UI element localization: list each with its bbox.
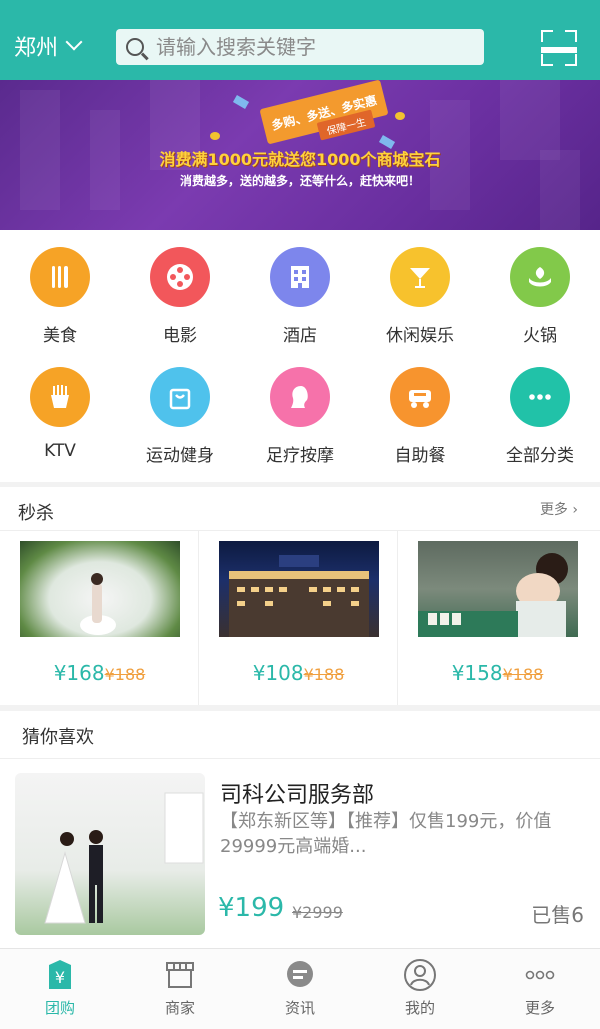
category-label: KTV xyxy=(44,441,76,461)
search-box[interactable] xyxy=(116,29,484,65)
hotel-photo-image xyxy=(219,541,379,637)
seckill-item[interactable]: ¥158¥188 xyxy=(398,531,597,705)
fries-icon xyxy=(30,367,90,427)
search-input[interactable] xyxy=(156,35,476,59)
category-label: 自助餐 xyxy=(394,446,446,466)
coin-shape xyxy=(210,132,220,140)
scan-icon[interactable] xyxy=(541,30,577,66)
chat-bubble-icon xyxy=(283,958,317,992)
guess-item[interactable]: 司科公司服务部 【郑东新区等】【推荐】仅售199元，价值29999元高端婚...… xyxy=(0,759,600,948)
city-label: 郑州 xyxy=(14,36,59,61)
seckill-item[interactable]: ¥108¥188 xyxy=(199,531,398,705)
tab-label: 资讯 xyxy=(284,999,315,1017)
seckill-title: 秒杀 xyxy=(18,503,54,524)
tab-group-buy[interactable]: ¥ 团购 xyxy=(0,949,120,1029)
fork-knife-icon xyxy=(30,247,90,307)
category-buffet[interactable]: 自助餐 xyxy=(360,367,480,466)
tab-label: 我的 xyxy=(404,999,435,1017)
tab-label: 商家 xyxy=(164,999,195,1017)
promo-headline: 消费满1000元就送您1000个商城宝石 xyxy=(159,150,441,169)
woman-profile-icon xyxy=(270,367,330,427)
category-food[interactable]: 美食 xyxy=(0,247,120,346)
category-massage[interactable]: 足疗按摩 xyxy=(240,367,360,466)
seckill-price: ¥168¥188 xyxy=(53,661,146,685)
tab-label: 团购 xyxy=(44,999,75,1017)
top-bar: 郑州 xyxy=(0,0,600,80)
guess-title: 猜你喜欢 xyxy=(22,727,94,748)
seckill-more-link[interactable]: 更多 › xyxy=(540,499,578,519)
city-selector[interactable]: 郑州 xyxy=(14,30,83,62)
category-label: 美食 xyxy=(43,326,77,346)
svg-text:¥: ¥ xyxy=(55,968,65,987)
tab-merchants[interactable]: 商家 xyxy=(120,949,240,1029)
category-label: 全部分类 xyxy=(506,446,574,466)
wedding-photo-image xyxy=(20,541,180,637)
category-label: 酒店 xyxy=(283,326,317,346)
film-reel-icon xyxy=(150,247,210,307)
category-label: 运动健身 xyxy=(146,446,214,466)
building-icon xyxy=(270,247,330,307)
more-dots-icon xyxy=(523,958,557,992)
category-label: 电影 xyxy=(163,326,197,346)
category-movie[interactable]: 电影 xyxy=(120,247,240,346)
more-dots-icon xyxy=(510,367,570,427)
category-label: 火锅 xyxy=(523,326,557,346)
category-label: 足疗按摩 xyxy=(266,446,334,466)
coin-shape xyxy=(395,112,405,120)
bottom-tab-bar: ¥ 团购 商家 资讯 我的 更多 xyxy=(0,948,600,1029)
promo-banner[interactable]: 多购、多送、多实惠 保障一生 消费满1000元就送您1000个商城宝石 消费越多… xyxy=(0,80,600,230)
tab-label: 更多 xyxy=(524,999,555,1017)
category-hotpot[interactable]: 火锅 xyxy=(480,247,600,346)
chevron-down-icon xyxy=(65,33,83,51)
tab-news[interactable]: 资讯 xyxy=(240,949,360,1029)
guess-item-name: 司科公司服务部 xyxy=(220,783,375,808)
cocktail-icon xyxy=(390,247,450,307)
confetti-shape xyxy=(232,95,250,109)
category-grid: 美食 电影 酒店 休闲娱乐 火锅 KTV 运动健身 足疗按摩 自助餐 全部分类 xyxy=(0,230,600,482)
category-label: 休闲娱乐 xyxy=(386,326,454,346)
guess-header: 猜你喜欢 xyxy=(0,711,600,759)
shop-icon xyxy=(163,958,197,992)
guess-item-price: ¥199 xyxy=(218,893,285,923)
leaf-hand-icon xyxy=(510,247,570,307)
cart-icon xyxy=(390,367,450,427)
yen-tag-icon: ¥ xyxy=(43,958,77,992)
category-fitness[interactable]: 运动健身 xyxy=(120,367,240,466)
search-icon xyxy=(126,38,144,56)
promo-subline: 消费越多，送的越多，还等什么，赶快来吧！ xyxy=(179,174,420,188)
tab-mine[interactable]: 我的 xyxy=(360,949,480,1029)
guess-item-sold: 已售6 xyxy=(531,903,584,927)
wedding-couple-image xyxy=(15,773,205,935)
seckill-price: ¥158¥188 xyxy=(451,661,544,685)
seckill-price: ¥108¥188 xyxy=(252,661,345,685)
guess-item-old-price: ¥2999 xyxy=(292,903,343,922)
category-ktv[interactable]: KTV xyxy=(0,367,120,461)
tab-more[interactable]: 更多 xyxy=(480,949,600,1029)
mahjong-photo-image xyxy=(418,541,578,637)
seckill-header: 秒杀 更多 › xyxy=(0,487,600,531)
category-leisure[interactable]: 休闲娱乐 xyxy=(360,247,480,346)
category-hotel[interactable]: 酒店 xyxy=(240,247,360,346)
category-all[interactable]: 全部分类 xyxy=(480,367,600,466)
seckill-item[interactable]: ¥168¥188 xyxy=(0,531,199,705)
guess-item-desc: 【郑东新区等】【推荐】仅售199元，价值29999元高端婚... xyxy=(220,811,552,857)
bag-icon xyxy=(150,367,210,427)
user-icon xyxy=(403,958,437,992)
seckill-list: ¥168¥188 ¥108¥188 ¥158¥188 xyxy=(0,531,600,705)
